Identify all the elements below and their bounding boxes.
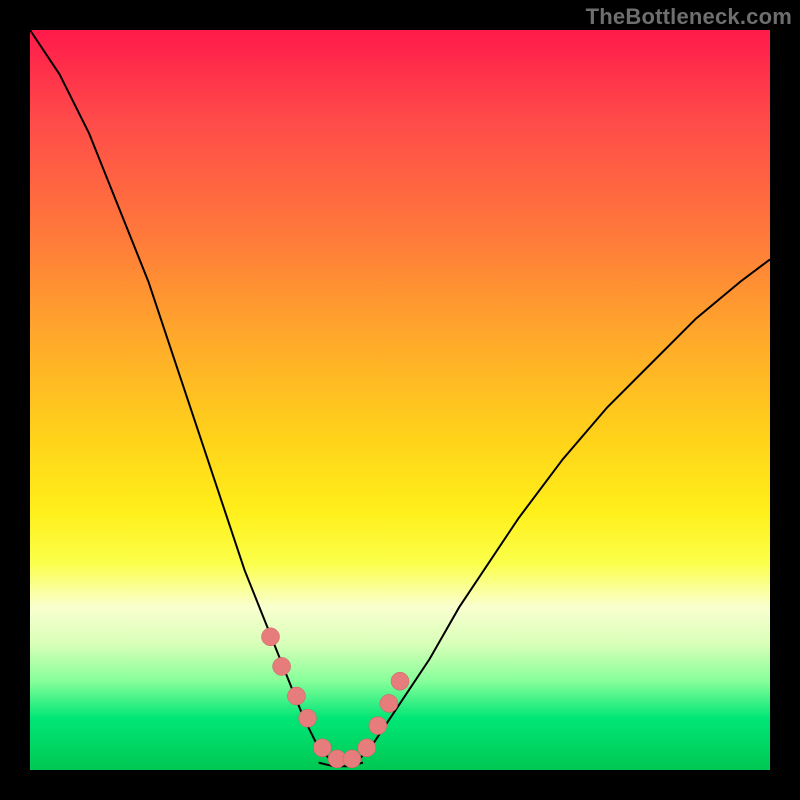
marker-point <box>343 750 361 768</box>
marker-point <box>369 717 387 735</box>
marker-point <box>287 687 305 705</box>
marker-point <box>299 709 317 727</box>
plot-area <box>30 30 770 770</box>
marker-point <box>380 694 398 712</box>
marker-point <box>273 657 291 675</box>
chart-frame: TheBottleneck.com <box>0 0 800 800</box>
curve-right-branch <box>356 259 770 762</box>
marker-point <box>358 739 376 757</box>
watermark-text: TheBottleneck.com <box>586 4 792 30</box>
marker-point <box>262 628 280 646</box>
curve-layer <box>30 30 770 770</box>
curve-left-branch <box>30 30 333 763</box>
marker-point <box>391 672 409 690</box>
marker-point <box>313 739 331 757</box>
